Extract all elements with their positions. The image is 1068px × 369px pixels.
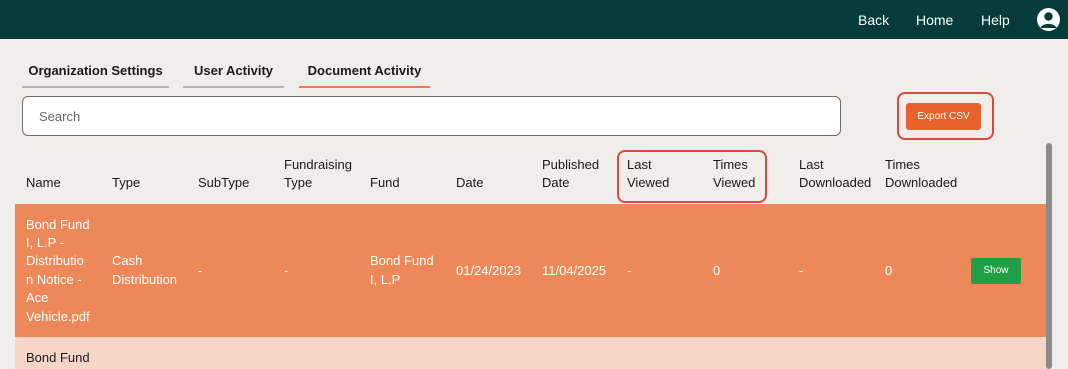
user-circle-icon[interactable] [1037,8,1060,31]
cell-type-line: Cash [112,253,143,269]
header-name[interactable]: Name [26,174,61,192]
viewed-columns-highlight-annotation [617,150,767,203]
header-subtype[interactable]: SubType [198,174,249,192]
cell-fund-line: Bond Fund [370,253,434,269]
cell-name-line: Bond Fund [26,349,90,365]
table-row[interactable] [15,337,1046,369]
cell-name-line: Vehicle.pdf [26,308,90,324]
cell-subtype: - [198,262,203,278]
header-fundraising-type-line1[interactable]: Fundraising [284,156,352,174]
cell-published-date: 11/04/2025 [542,262,607,278]
tab-document-activity[interactable]: Document Activity [299,62,430,88]
header-times-downloaded-line2[interactable]: Downloaded [885,174,957,192]
tab-organization-settings[interactable]: Organization Settings [22,62,169,88]
tab-user-activity[interactable]: User Activity [183,62,284,88]
header-type[interactable]: Type [112,174,140,192]
back-link[interactable]: Back [858,11,889,29]
help-link[interactable]: Help [981,11,1010,29]
cell-last-downloaded: - [799,262,804,278]
cell-name-line: n Notice - [26,271,82,287]
cell-fund-line: I, L.P [370,271,401,287]
header-published-date-line2[interactable]: Date [542,174,569,192]
header-last-downloaded-line2[interactable]: Downloaded [799,174,871,192]
export-csv-button[interactable]: Export CSV [906,103,981,130]
cell-name-line: I, L.P - [26,234,65,250]
show-button[interactable]: Show [971,258,1021,284]
cell-last-viewed: - [627,262,632,278]
header-fundraising-type-line2[interactable]: Type [284,174,312,192]
cell-name-line: Ace [26,290,49,306]
cell-times-viewed: 0 [713,262,721,278]
header-published-date-line1[interactable]: Published [542,156,599,174]
header-last-downloaded-line1[interactable]: Last [799,156,824,174]
header-date[interactable]: Date [456,174,483,192]
top-navigation-bar: Back Home Help [0,0,1068,39]
cell-fundraising-type: - [284,262,289,278]
vertical-scrollbar[interactable] [1046,143,1052,369]
home-link[interactable]: Home [916,11,953,29]
cell-date: 01/24/2023 [456,262,522,278]
search-input[interactable] [22,96,841,136]
cell-name-line: Bond Fund [26,216,90,232]
header-fund[interactable]: Fund [370,174,400,192]
cell-times-downloaded: 0 [885,262,893,278]
cell-type-line: Distribution [112,271,178,287]
cell-name-line: Distributio [26,253,84,269]
header-times-downloaded-line1[interactable]: Times [885,156,920,174]
